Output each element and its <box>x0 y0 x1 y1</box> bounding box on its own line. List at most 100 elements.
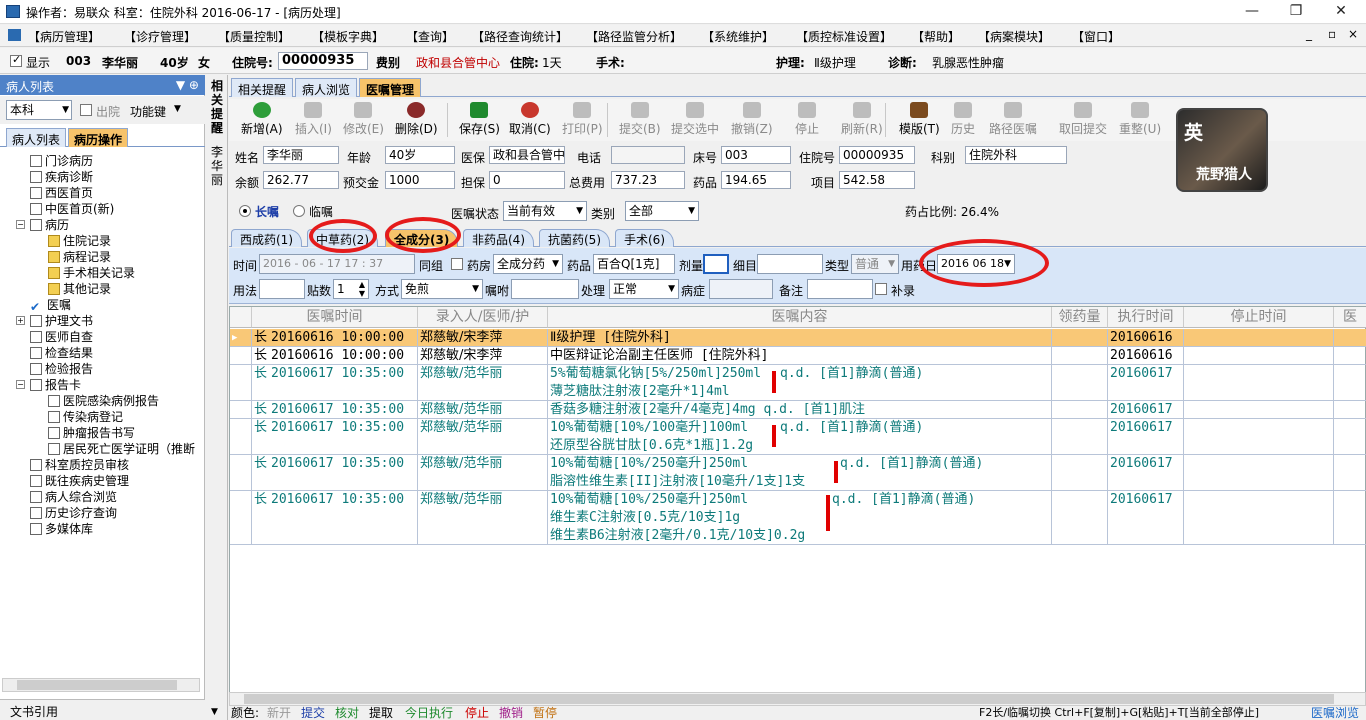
menu-qc-standard[interactable]: 【质控标准设置】 <box>796 28 892 45</box>
submit-button[interactable]: 提交(B) <box>619 102 661 137</box>
menu-path-stats[interactable]: 【路径查询统计】 <box>472 28 568 45</box>
tree-item[interactable]: 检验报告 <box>30 361 93 377</box>
supplement-checkbox[interactable] <box>875 283 887 295</box>
discharged-checkbox[interactable] <box>80 104 92 116</box>
tree-item[interactable]: 医师自查 <box>30 329 93 345</box>
undo-button[interactable]: 取消(C) <box>509 102 551 137</box>
table-row[interactable]: ▶ 长 20160616 10:00:00 郑慈敏/宋李萍 Ⅱ级护理 [住院外科] 201… <box>230 329 1366 347</box>
scrollbar-thumb[interactable] <box>17 680 177 690</box>
tree-item[interactable]: 西医首页 <box>30 185 93 201</box>
usage-input[interactable] <box>259 279 305 299</box>
tree-item[interactable]: 检查结果 <box>30 345 93 361</box>
edit-button[interactable]: 修改(E) <box>343 102 384 137</box>
grid-horizontal-scrollbar[interactable] <box>229 692 1366 706</box>
menu-quality[interactable]: 【质量控制】 <box>218 28 290 45</box>
menu-system[interactable]: 【系统维护】 <box>702 28 774 45</box>
maximize-button[interactable]: ❐ <box>1273 0 1319 24</box>
type-select[interactable]: 普通 ▼ <box>851 254 899 274</box>
tree-item[interactable]: ✔ 医嘱 <box>30 297 71 314</box>
pin-icon[interactable]: ▼ ⊕ <box>176 78 199 92</box>
menu-path-analysis[interactable]: 【路径监管分析】 <box>586 28 682 45</box>
doc-reference-footer[interactable]: 文书引用 <box>0 699 205 720</box>
tree-item[interactable]: 其他记录 <box>48 281 111 297</box>
tab-western-medicine[interactable]: 西成药(1) <box>231 229 302 247</box>
retrieve-button[interactable]: 取回提交 <box>1059 102 1107 137</box>
dept-select[interactable]: 本科 ▼ <box>6 100 72 120</box>
tree-item[interactable]: 科室质控员审核 <box>30 457 129 473</box>
process-select[interactable]: 正常 ▼ <box>609 279 679 299</box>
close-button[interactable]: ✕ <box>1318 0 1364 24</box>
tab-patient-browse[interactable]: 病人浏览 <box>295 78 358 97</box>
tree-item[interactable]: 历史诊疗查询 <box>30 505 117 521</box>
tab-antibiotics[interactable]: 抗菌药(5) <box>539 229 610 247</box>
scrollbar-thumb[interactable] <box>244 694 1334 704</box>
pharmacy-select[interactable]: 全成分药 ▼ <box>493 254 563 274</box>
tree-item[interactable]: 多媒体库 <box>30 521 93 537</box>
tab-related-reminder[interactable]: 相关提醒 <box>231 78 294 97</box>
delete-button[interactable]: 删除(D) <box>395 102 438 137</box>
table-row[interactable]: 长 20160617 10:35:00 郑慈敏/范华丽 10%葡萄糖[10%/250毫… <box>230 491 1366 545</box>
minimize-button[interactable]: — <box>1229 0 1275 24</box>
tab-surgery[interactable]: 手术(6) <box>615 229 674 247</box>
function-key-dropdown[interactable]: 功能键 <box>130 103 166 120</box>
tree-item[interactable]: 护理文书 <box>30 313 93 329</box>
disease-input[interactable] <box>709 279 773 299</box>
tab-record-operations[interactable]: 病历操作 <box>68 128 129 147</box>
table-row[interactable]: 长 20160617 10:35:00 郑慈敏/范华丽 5%葡萄糖氯化钠[5%/250… <box>230 365 1366 401</box>
tree-horizontal-scrollbar[interactable] <box>2 678 200 692</box>
tree-item[interactable]: 住院记录 <box>48 233 111 249</box>
tab-patient-list[interactable]: 病人列表 <box>6 128 67 147</box>
table-row[interactable]: 长 20160617 10:35:00 郑慈敏/范华丽 10%葡萄糖[10%/100毫… <box>230 419 1366 455</box>
path-button[interactable]: 路径医嘱 <box>989 102 1037 137</box>
tree-item[interactable]: 门诊病历 <box>30 153 93 169</box>
stop-button[interactable]: 停止 <box>795 102 819 137</box>
tree-item[interactable]: 手术相关记录 <box>48 265 135 281</box>
save-button[interactable]: 保存(S) <box>459 102 500 137</box>
col-order-time[interactable]: 医嘱时间 <box>252 307 418 328</box>
category-select[interactable]: 全部 ▼ <box>625 201 699 221</box>
tree-item[interactable]: 既往疾病史管理 <box>30 473 129 489</box>
reorganize-button[interactable]: 重整(U) <box>1119 102 1161 137</box>
tab-order-management[interactable]: 医嘱管理 <box>359 78 422 97</box>
long-order-radio[interactable] <box>239 205 251 217</box>
collapse-icon[interactable]: − <box>16 380 25 389</box>
tab-non-drug[interactable]: 非药品(4) <box>463 229 534 247</box>
template-button[interactable]: 模版(T) <box>899 102 940 137</box>
tree-item[interactable]: 病人综合浏览 <box>30 489 117 505</box>
menu-help[interactable]: 【帮助】 <box>912 28 960 45</box>
drug-input[interactable]: 百合Q[1克] <box>593 254 675 274</box>
tree-item[interactable]: 中医首页(新) <box>30 201 114 217</box>
temp-order-radio[interactable] <box>293 205 305 217</box>
patient-name-vertical-tab[interactable]: 李华丽 <box>209 145 225 187</box>
show-checkbox[interactable]: ✓ <box>10 53 22 67</box>
collapse-icon[interactable]: − <box>16 220 25 229</box>
menu-record-module[interactable]: 【病案模块】 <box>978 28 1050 45</box>
packs-stepper[interactable]: 1 ▲ ▼ <box>333 279 369 299</box>
remark-input[interactable] <box>807 279 873 299</box>
col-doctor[interactable]: 医 <box>1334 307 1366 328</box>
dose-input[interactable] <box>703 254 729 274</box>
refresh-button[interactable]: 刷新(R) <box>841 102 883 137</box>
col-order-content[interactable]: 医嘱内容 <box>548 307 1052 328</box>
col-stop-time[interactable]: 停止时间 <box>1184 307 1334 328</box>
menu-treatment[interactable]: 【诊疗管理】 <box>124 28 196 45</box>
menu-query[interactable]: 【查询】 <box>406 28 454 45</box>
tree-item[interactable]: 疾病诊断 <box>30 169 93 185</box>
print-button[interactable]: 打印(P) <box>562 102 603 137</box>
col-dispense-qty[interactable]: 领药量 <box>1052 307 1108 328</box>
menu-template[interactable]: 【模板字典】 <box>312 28 384 45</box>
mdi-close-button[interactable]: × <box>1348 27 1358 41</box>
tree-item[interactable]: 病历 <box>30 217 69 233</box>
col-entered-by[interactable]: 录入人/医师/护 <box>418 307 548 328</box>
tree-item[interactable]: 医院感染病例报告 <box>48 393 159 409</box>
submit-selected-button[interactable]: 提交选中 <box>671 102 719 137</box>
order-state-select[interactable]: 当前有效 ▼ <box>503 201 587 221</box>
time-input[interactable]: 2016 - 06 - 17 17 : 37 <box>259 254 415 274</box>
history-button[interactable]: 历史 <box>951 102 975 137</box>
table-row[interactable]: 长 20160617 10:35:00 郑慈敏/范华丽 10%葡萄糖[10%/250毫… <box>230 455 1366 491</box>
expand-icon[interactable]: + <box>16 316 25 325</box>
tree-item[interactable]: 肿瘤报告书写 <box>48 425 135 441</box>
instruction-input[interactable] <box>511 279 579 299</box>
tree-item[interactable]: 报告卡 <box>30 377 81 393</box>
method-select[interactable]: 免煎 ▼ <box>401 279 483 299</box>
